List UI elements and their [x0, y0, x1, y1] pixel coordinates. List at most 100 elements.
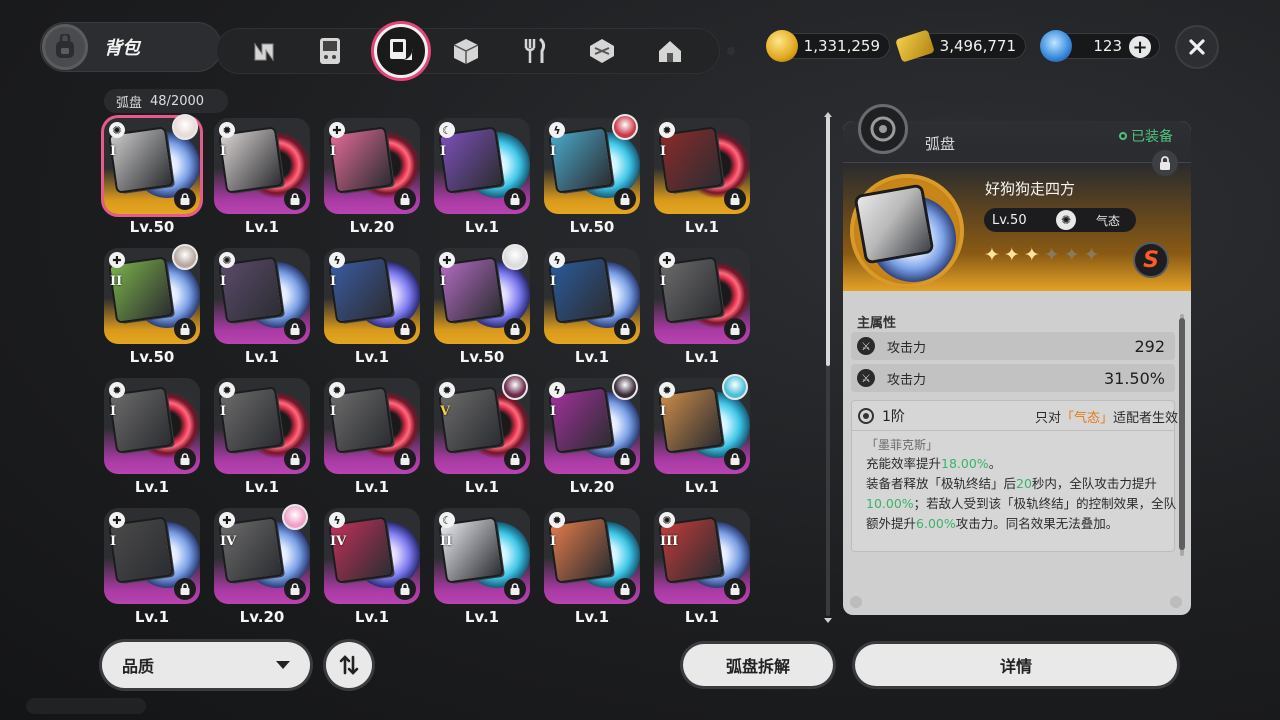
star-dim-icon: ✦	[1043, 244, 1060, 266]
main-attr-title: 主属性	[857, 316, 897, 331]
lock-icon	[1160, 156, 1170, 170]
disc-cover-art	[440, 128, 502, 192]
disc-level: Lv.50	[129, 218, 175, 236]
star-dim-icon: ✦	[1083, 244, 1100, 266]
box-tab-icon[interactable]	[448, 33, 484, 69]
equipped-agent-avatar	[172, 114, 198, 140]
lock-icon[interactable]	[614, 318, 636, 340]
lock-icon[interactable]	[504, 318, 526, 340]
effect-divider	[851, 430, 1175, 431]
stat-row: ⚔ 攻击力 31.50%	[851, 364, 1175, 392]
console-tab-icon[interactable]	[312, 33, 348, 69]
lock-icon[interactable]	[504, 578, 526, 600]
equipped-agent-avatar	[722, 374, 748, 400]
lock-icon[interactable]	[174, 578, 196, 600]
effect-description: 充能效率提升18.00%。 装备者释放「极轨终结」后20秒内，全队攻击力提升10.…	[866, 456, 1177, 531]
disc-level: Lv.1	[684, 478, 720, 496]
tier-label: I	[330, 144, 337, 159]
drive-tab-icon[interactable]	[246, 33, 282, 69]
energy-icon	[1040, 30, 1072, 62]
disc-cover-art	[220, 388, 282, 452]
disc-tab-icon[interactable]	[374, 24, 428, 78]
tier-label: V	[440, 404, 451, 419]
lock-icon[interactable]	[614, 578, 636, 600]
backpack-icon	[42, 24, 88, 70]
effect-scroll-thumb[interactable]	[1179, 318, 1185, 550]
lock-icon[interactable]	[724, 578, 746, 600]
element-icon: ☾	[439, 122, 455, 138]
disc-level: Lv.1	[464, 478, 500, 496]
disc-level: Lv.20	[239, 608, 285, 626]
disc-level: Lv.1	[244, 478, 280, 496]
element-icon: ✚	[439, 252, 455, 268]
disc-cover-art	[110, 518, 172, 582]
detail-lock-button[interactable]	[1152, 150, 1178, 176]
lock-icon[interactable]	[394, 578, 416, 600]
lock-icon[interactable]	[614, 188, 636, 210]
disc-level: Lv.1	[134, 478, 170, 496]
disc-level: Lv.1	[354, 608, 390, 626]
disc-cover-art	[110, 128, 172, 192]
disc-card-frame: ☾ I	[434, 118, 530, 214]
disc-card-frame: ✹ I	[324, 378, 420, 474]
disc-level: Lv.20	[349, 218, 395, 236]
disc-cover-art	[440, 258, 502, 322]
element-icon: ✹	[659, 122, 675, 138]
tier-label: I	[220, 274, 227, 289]
lock-icon[interactable]	[284, 188, 306, 210]
lock-icon[interactable]	[174, 188, 196, 210]
lock-icon[interactable]	[284, 578, 306, 600]
lock-icon[interactable]	[394, 188, 416, 210]
lock-icon[interactable]	[724, 318, 746, 340]
element-icon: ✹	[329, 382, 345, 398]
element-icon: ✚	[659, 252, 675, 268]
disc-cover-art	[660, 388, 722, 452]
add-energy-button[interactable]: +	[1129, 36, 1151, 58]
star-dim-icon: ✦	[1063, 244, 1080, 266]
star-lit-icon: ✦	[984, 244, 1000, 266]
lock-icon[interactable]	[174, 318, 196, 340]
lock-icon[interactable]	[614, 448, 636, 470]
element-icon: ✹	[439, 382, 455, 398]
lock-icon[interactable]	[724, 188, 746, 210]
disc-level: Lv.1	[464, 218, 500, 236]
home-tab-icon[interactable]	[652, 33, 688, 69]
disc-cover-art	[660, 258, 722, 322]
scroll-up-arrow[interactable]	[824, 112, 832, 117]
material-tab-icon[interactable]	[584, 33, 620, 69]
lock-icon[interactable]	[724, 448, 746, 470]
lock-icon[interactable]	[394, 448, 416, 470]
close-button[interactable]	[1175, 25, 1219, 69]
scroll-down-arrow[interactable]	[824, 618, 832, 623]
effect-restriction: 只对「气态」适配者生效	[1034, 410, 1178, 426]
effect-stage: 1阶	[882, 409, 905, 425]
sort-order-button[interactable]	[326, 642, 372, 688]
lock-icon[interactable]	[394, 318, 416, 340]
lock-icon[interactable]	[284, 448, 306, 470]
disc-card-frame: ✹ I	[214, 118, 310, 214]
disc-card-frame: ✺ I	[214, 248, 310, 344]
disc-cover-art	[330, 388, 392, 452]
set-name: 「墨菲克斯」	[866, 438, 939, 452]
details-button[interactable]: 详情	[855, 644, 1177, 686]
tier-label: II	[110, 274, 123, 289]
tier-label: I	[440, 274, 447, 289]
food-tab-icon[interactable]	[516, 33, 552, 69]
lock-icon[interactable]	[504, 188, 526, 210]
disc-name: 好狗狗走四方	[985, 180, 1076, 198]
disc-cover-art	[440, 388, 502, 452]
lock-icon[interactable]	[504, 448, 526, 470]
tier-label: I	[220, 144, 227, 159]
lock-icon[interactable]	[284, 318, 306, 340]
dropdown-caret-icon	[276, 661, 290, 669]
close-icon	[1189, 39, 1205, 55]
disc-cover-art	[440, 518, 502, 582]
panel-corner-dot	[1170, 596, 1182, 608]
grid-scroll-thumb[interactable]	[826, 116, 830, 366]
equipped-agent-avatar	[172, 244, 198, 270]
sort-dropdown[interactable]: 品质	[102, 642, 310, 688]
tier-label: I	[110, 144, 117, 159]
dismantle-button[interactable]: 弧盘拆解	[683, 644, 833, 686]
lock-icon[interactable]	[174, 448, 196, 470]
tier-label: I	[660, 274, 667, 289]
